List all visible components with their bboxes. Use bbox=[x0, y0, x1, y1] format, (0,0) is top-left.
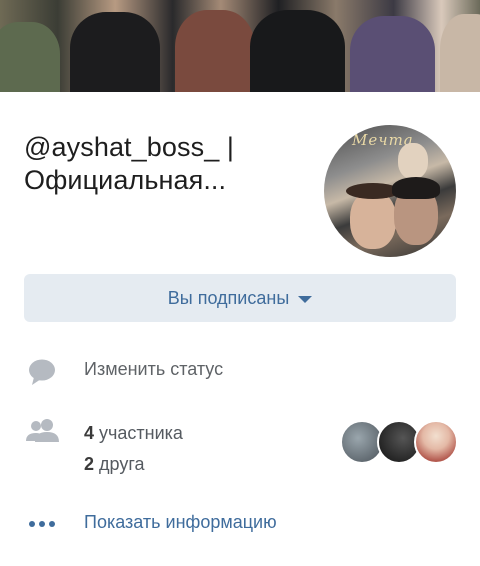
show-info-link[interactable]: Показать информацию bbox=[84, 512, 277, 533]
subscribed-button[interactable]: Вы подписаны bbox=[24, 274, 456, 322]
friends-count-label: друга bbox=[99, 454, 145, 474]
cover-image bbox=[0, 0, 480, 92]
members-count-label: участника bbox=[99, 423, 183, 443]
members-summary[interactable]: 4 участника 2 друга bbox=[84, 418, 183, 480]
group-title-line2: Официальная... bbox=[24, 165, 227, 195]
subscribed-button-label: Вы подписаны bbox=[167, 287, 290, 308]
members-count-line: 4 участника bbox=[84, 418, 183, 449]
caret-down-icon bbox=[298, 295, 313, 303]
avatar-image-part bbox=[350, 191, 396, 249]
people-icon bbox=[26, 418, 59, 446]
change-status-link[interactable]: Изменить статус bbox=[84, 359, 223, 380]
speech-bubble-icon bbox=[26, 358, 58, 386]
group-avatar[interactable]: Мечта bbox=[324, 125, 456, 257]
more-dots-icon bbox=[26, 512, 58, 540]
friends-count: 2 bbox=[84, 454, 95, 474]
friends-count-line: 2 друга bbox=[84, 449, 183, 480]
avatar-image-part bbox=[392, 177, 440, 199]
member-avatar bbox=[414, 420, 458, 464]
members-count: 4 bbox=[84, 423, 95, 443]
group-title: @ayshat_boss_ | Официальная... bbox=[24, 131, 314, 197]
group-title-line1: @ayshat_boss_ | bbox=[24, 132, 235, 162]
avatar-image-part bbox=[398, 143, 428, 179]
member-avatars[interactable] bbox=[340, 420, 458, 466]
